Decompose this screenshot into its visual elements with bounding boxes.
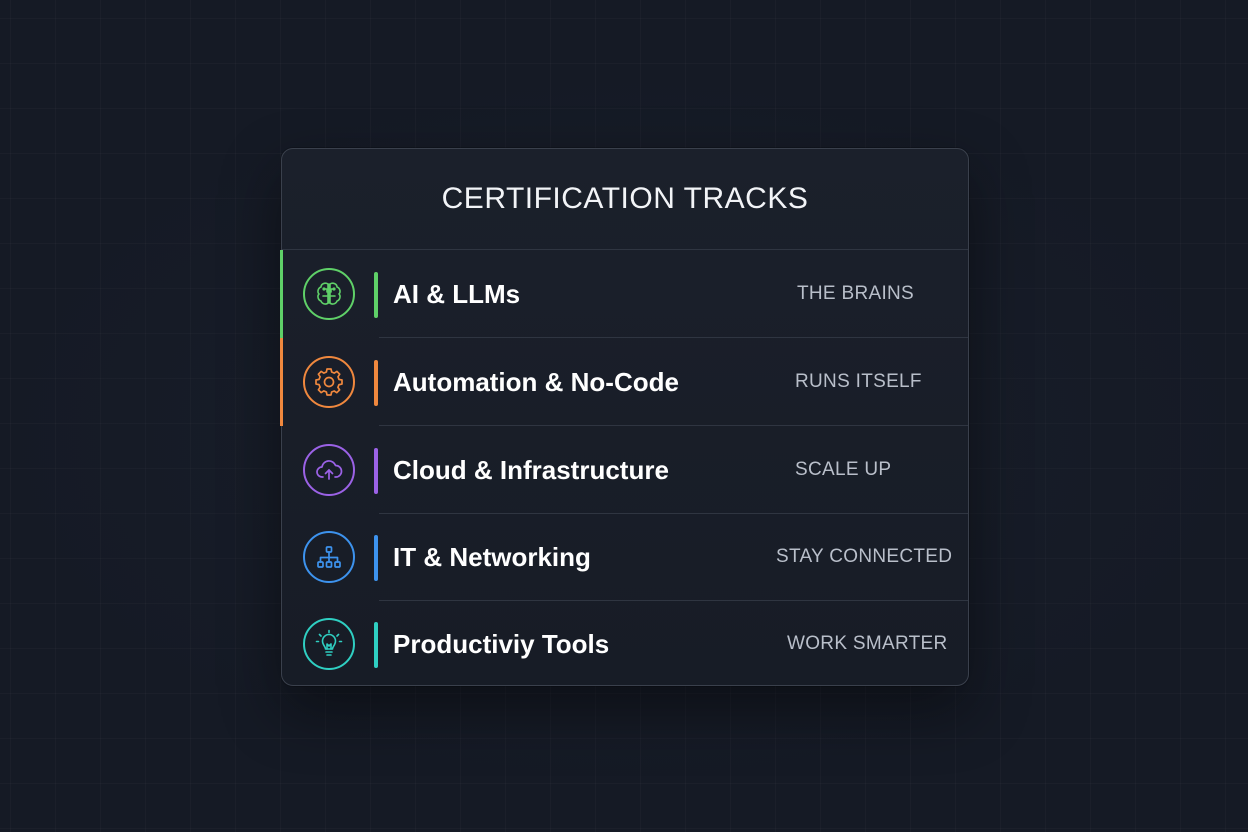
row-color-bar <box>374 272 378 318</box>
cloud-upload-icon <box>303 444 355 496</box>
row-accent-edge <box>280 338 283 426</box>
track-tagline: RUNS ITSELF <box>795 371 922 392</box>
track-title: AI & LLMs <box>393 279 521 309</box>
row-color-bar <box>374 360 378 406</box>
row-color-bar <box>374 535 378 581</box>
track-title: Automation & No-Code <box>393 367 679 397</box>
row-color-bar <box>374 622 378 668</box>
track-row-automation[interactable]: Automation & No-Code RUNS ITSELF <box>280 338 968 426</box>
row-color-bar <box>374 448 378 494</box>
track-row-productivity[interactable]: Productiviy Tools WORK SMARTER <box>282 600 968 688</box>
certification-tracks-panel: CERTIFICATION TRACKS AI & LLMs THE BRAIN… <box>280 148 969 688</box>
track-row-cloud[interactable]: Cloud & Infrastructure SCALE UP <box>282 426 968 514</box>
track-row-ai-llms[interactable]: AI & LLMs THE BRAINS <box>280 250 968 338</box>
track-tagline: WORK SMARTER <box>787 633 948 654</box>
track-row-networking[interactable]: IT & Networking STAY CONNECTED <box>282 513 968 601</box>
network-icon <box>303 531 355 583</box>
track-tagline: SCALE UP <box>795 459 892 480</box>
track-title: Productiviy Tools <box>393 629 610 659</box>
track-tagline: STAY CONNECTED <box>776 546 953 567</box>
track-tagline: THE BRAINS <box>797 283 915 304</box>
track-title: Cloud & Infrastructure <box>393 455 669 485</box>
gear-icon <box>303 356 355 408</box>
row-accent-edge <box>280 250 283 338</box>
track-title: IT & Networking <box>393 542 591 572</box>
panel-title: CERTIFICATION TRACKS <box>282 149 968 250</box>
brain-icon <box>303 268 355 320</box>
lightbulb-icon <box>303 618 355 670</box>
